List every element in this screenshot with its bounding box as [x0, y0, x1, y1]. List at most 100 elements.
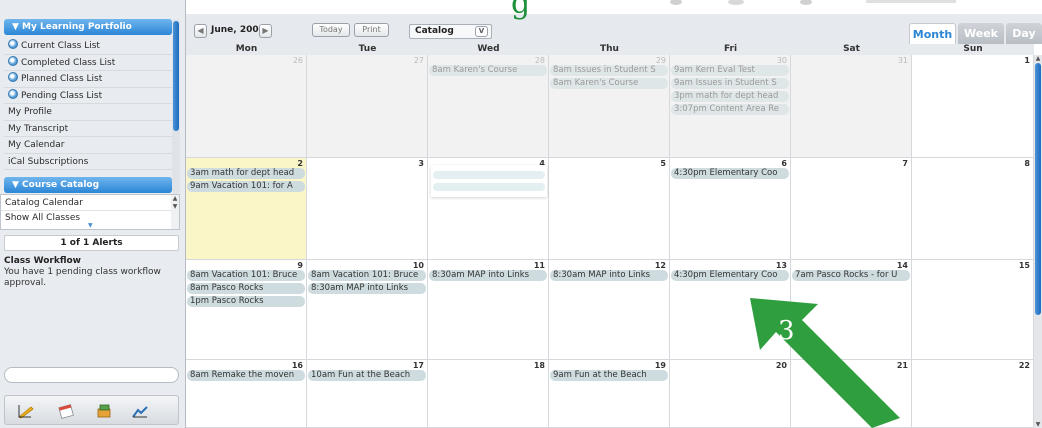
chevron-down-icon[interactable]: V — [475, 26, 488, 37]
catalog-select[interactable]: Catalog V — [409, 24, 492, 39]
sidebar-item-completed-class-list[interactable]: Completed Class List — [4, 55, 172, 71]
scroll-down-arrow[interactable]: ▼ — [1034, 421, 1042, 428]
day-number[interactable]: 2 — [297, 159, 303, 168]
day-cell[interactable]: 21 — [791, 360, 912, 428]
calendar-event[interactable]: 9am Issues in Student S — [671, 78, 789, 89]
day-cell[interactable]: 18 — [428, 360, 549, 428]
calendar-event[interactable]: 8:30am MAP into Links — [429, 270, 547, 281]
day-cell[interactable]: 26 — [186, 55, 307, 158]
calendar-event[interactable]: 4:30pm Elementary Coo — [671, 168, 789, 179]
day-cell[interactable]: 20 — [670, 360, 791, 428]
day-cell[interactable]: 15 — [912, 260, 1034, 360]
portfolio-section-header[interactable]: ▼ My Learning Portfolio — [4, 19, 172, 35]
day-cell[interactable]: 6 4:30pm Elementary Coo — [670, 158, 791, 260]
calendar-event[interactable]: 3pm math for dept head — [671, 91, 789, 102]
day-number[interactable]: 21 — [897, 361, 908, 370]
day-cell[interactable]: 11 8:30am MAP into Links — [428, 260, 549, 360]
day-number[interactable]: 12 — [655, 261, 666, 270]
day-number[interactable]: 6 — [781, 159, 787, 168]
calendar-event[interactable]: 9am Kern Eval Test — [671, 65, 789, 76]
day-number[interactable]: 27 — [414, 56, 424, 65]
calendar-event[interactable]: 8am Issues in Student S — [550, 65, 668, 76]
day-number[interactable]: 13 — [776, 261, 787, 270]
day-cell[interactable]: 3 — [307, 158, 428, 260]
day-number[interactable]: 15 — [1019, 261, 1030, 270]
calendar-event[interactable]: 3am math for dept head — [187, 168, 305, 179]
day-cell[interactable]: 13 4:30pm Elementary Coo — [670, 260, 791, 360]
sidebar-scrollbar-thumb[interactable] — [173, 21, 179, 131]
calendar-event[interactable]: 8am Pasco Rocks — [187, 283, 305, 294]
next-month-button[interactable]: ▶ — [259, 24, 272, 38]
day-cell[interactable]: 5 — [549, 158, 670, 260]
day-cell[interactable]: 31 — [791, 55, 912, 158]
day-cell[interactable]: 7 — [791, 158, 912, 260]
books-icon[interactable] — [95, 403, 113, 419]
calendar-scrollbar-thumb[interactable] — [1035, 63, 1041, 315]
catalog-section-header[interactable]: ▼ Course Catalog — [4, 177, 172, 193]
day-number[interactable]: 29 — [656, 56, 666, 65]
sidebar-scrollbar[interactable] — [172, 19, 180, 194]
sidebar-item-pending-class-list[interactable]: Pending Class List — [4, 88, 172, 104]
day-number[interactable]: 30 — [777, 56, 787, 65]
calendar-event[interactable]: 8:30am MAP into Links — [550, 270, 668, 281]
calendar-event[interactable]: 8am Vacation 101: Bruce — [187, 270, 305, 281]
day-cell[interactable]: 30 9am Kern Eval Test 9am Issues in Studen… — [670, 55, 791, 158]
tab-week[interactable]: Week — [958, 23, 1004, 44]
sidebar-item-my-profile[interactable]: My Profile — [4, 104, 172, 121]
calendar-event[interactable]: 4:30pm Elementary Coo — [671, 270, 789, 281]
day-number[interactable]: 5 — [660, 159, 666, 168]
day-number[interactable]: 20 — [776, 361, 787, 370]
day-cell[interactable]: 28 8am Karen's Course — [428, 55, 549, 158]
catalog-scrollbar[interactable]: ▲ ▼ — [171, 195, 179, 229]
day-number[interactable]: 1 — [1024, 56, 1030, 65]
print-button[interactable]: Print — [354, 23, 389, 37]
calendar-icon[interactable] — [57, 403, 75, 419]
calendar-event[interactable]: 9am Vacation 101: for A — [187, 181, 305, 192]
day-number[interactable]: 14 — [897, 261, 908, 270]
catalog-item-show-all[interactable]: Show All Classes — [1, 211, 179, 221]
day-number[interactable]: 8 — [1024, 159, 1030, 168]
day-cell[interactable]: 10 8am Vacation 101: Bruce 8:30am MAP into… — [307, 260, 428, 360]
day-cell[interactable]: 2 3am math for dept head 9am Vacation 101:… — [186, 158, 307, 260]
sidebar-item-ical-subscriptions[interactable]: iCal Subscriptions — [4, 154, 172, 170]
calendar-event[interactable]: 3:07pm Content Area Re — [671, 104, 789, 115]
day-number[interactable]: 17 — [413, 361, 424, 370]
day-number[interactable]: 31 — [898, 56, 908, 65]
sidebar-item-my-calendar[interactable]: My Calendar — [4, 137, 172, 154]
day-cell[interactable]: 1 — [912, 55, 1034, 158]
chart-icon[interactable] — [131, 403, 149, 419]
day-cell[interactable]: 17 10am Fun at the Beach — [307, 360, 428, 428]
calendar-event[interactable]: 8am Karen's Course — [429, 65, 547, 76]
day-cell[interactable]: 19 9am Fun at the Beach — [549, 360, 670, 428]
calendar-event[interactable]: 1pm Pasco Rocks — [187, 296, 305, 307]
calendar-event[interactable]: 10am Fun at the Beach — [308, 370, 426, 381]
day-cell[interactable]: 22 — [912, 360, 1034, 428]
day-number[interactable]: 9 — [297, 261, 303, 270]
calendar-event[interactable]: 8am Karen's Course — [550, 78, 668, 89]
tab-day[interactable]: Day — [1006, 23, 1042, 44]
day-cell[interactable]: 16 8am Remake the moven — [186, 360, 307, 428]
sidebar-item-planned-class-list[interactable]: Planned Class List — [4, 71, 172, 88]
calendar-event[interactable]: 7am Pasco Rocks - for U — [792, 270, 910, 281]
prev-month-button[interactable]: ◀ — [194, 24, 207, 38]
day-number[interactable]: 7 — [902, 159, 908, 168]
calendar-event[interactable]: 9am Fun at the Beach — [550, 370, 668, 381]
today-button[interactable]: Today — [312, 23, 350, 37]
day-number[interactable]: 22 — [1019, 361, 1030, 370]
day-number[interactable]: 16 — [292, 361, 303, 370]
day-number[interactable]: 11 — [534, 261, 545, 270]
calendar-scrollbar[interactable]: ▲ ▼ — [1034, 55, 1042, 428]
day-cell[interactable]: 29 8am Issues in Student S 8am Karen's Cou… — [549, 55, 670, 158]
day-number[interactable]: 3 — [418, 159, 424, 168]
calendar-event[interactable]: 8am Remake the moven — [187, 370, 305, 381]
alert-title[interactable]: Class Workflow — [4, 256, 179, 267]
sidebar-input[interactable] — [4, 367, 179, 383]
day-number[interactable]: 28 — [535, 56, 545, 65]
day-number[interactable]: 10 — [413, 261, 424, 270]
tab-month[interactable]: Month — [909, 23, 956, 44]
day-cell[interactable]: 9 8am Vacation 101: Bruce 8am Pasco Rocks 1… — [186, 260, 307, 360]
sidebar-item-my-transcript[interactable]: My Transcript — [4, 121, 172, 137]
day-cell[interactable]: 12 8:30am MAP into Links — [549, 260, 670, 360]
sidebar-item-current-class-list[interactable]: Current Class List — [4, 38, 172, 55]
day-cell[interactable]: 8 — [912, 158, 1034, 260]
